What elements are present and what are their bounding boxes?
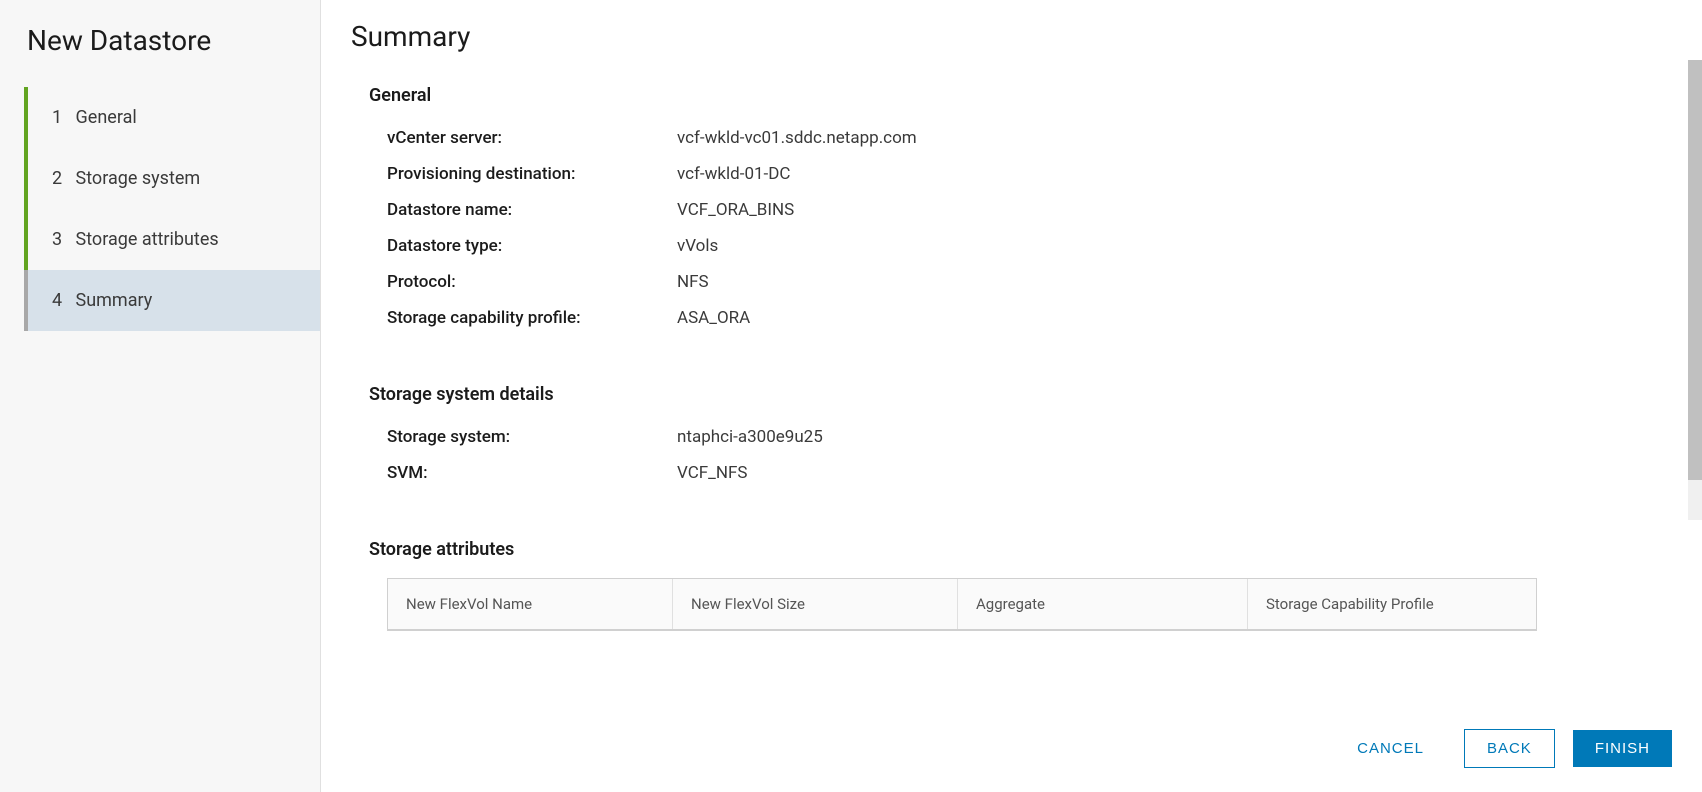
section-storage-attributes: Storage attributes New FlexVol Name New … bbox=[351, 539, 1672, 631]
column-flexvol-size: New FlexVol Size bbox=[673, 579, 958, 629]
scrollbar-thumb[interactable] bbox=[1688, 60, 1702, 480]
field-svm: SVM: VCF_NFS bbox=[369, 455, 1672, 491]
value-storage-system: ntaphci-a300e9u25 bbox=[677, 427, 823, 447]
page-title: Summary bbox=[351, 20, 1672, 53]
label-svm: SVM: bbox=[387, 463, 677, 483]
column-scp: Storage Capability Profile bbox=[1248, 579, 1536, 629]
section-storage-system: Storage system details Storage system: n… bbox=[351, 384, 1672, 491]
label-dsname: Datastore name: bbox=[387, 200, 677, 220]
column-flexvol-name: New FlexVol Name bbox=[388, 579, 673, 629]
field-dstype: Datastore type: vVols bbox=[369, 228, 1672, 264]
step-label: Summary bbox=[76, 290, 153, 311]
wizard-footer: CANCEL BACK FINISH bbox=[1335, 729, 1672, 768]
scrollbar-track[interactable] bbox=[1688, 60, 1702, 520]
field-provdest: Provisioning destination: vcf-wkld-01-DC bbox=[369, 156, 1672, 192]
section-general: General vCenter server: vcf-wkld-vc01.sd… bbox=[351, 85, 1672, 336]
section-storage-attributes-title: Storage attributes bbox=[369, 539, 1672, 560]
field-vcenter: vCenter server: vcf-wkld-vc01.sddc.netap… bbox=[369, 120, 1672, 156]
step-number: 3 bbox=[52, 229, 62, 250]
wizard-step-storage-system[interactable]: 2 Storage system bbox=[24, 148, 320, 209]
column-aggregate: Aggregate bbox=[958, 579, 1248, 629]
storage-attributes-table: New FlexVol Name New FlexVol Size Aggreg… bbox=[387, 578, 1537, 631]
label-provdest: Provisioning destination: bbox=[387, 164, 677, 184]
label-storage-system: Storage system: bbox=[387, 427, 677, 447]
wizard-step-storage-attributes[interactable]: 3 Storage attributes bbox=[24, 209, 320, 270]
value-provdest: vcf-wkld-01-DC bbox=[677, 164, 790, 184]
wizard-step-summary[interactable]: 4 Summary bbox=[24, 270, 320, 331]
field-storage-system: Storage system: ntaphci-a300e9u25 bbox=[369, 419, 1672, 455]
step-number: 1 bbox=[52, 107, 62, 128]
value-scp: ASA_ORA bbox=[677, 308, 750, 328]
step-label: Storage system bbox=[76, 168, 201, 189]
back-button[interactable]: BACK bbox=[1464, 729, 1555, 768]
finish-button[interactable]: FINISH bbox=[1573, 730, 1672, 767]
wizard-sidebar: New Datastore 1 General 2 Storage system… bbox=[0, 0, 321, 792]
step-label: General bbox=[76, 107, 137, 128]
label-scp: Storage capability profile: bbox=[387, 308, 677, 328]
cancel-button[interactable]: CANCEL bbox=[1335, 730, 1446, 767]
main-content: Summary General vCenter server: vcf-wkld… bbox=[321, 0, 1702, 792]
wizard-title: New Datastore bbox=[0, 24, 320, 87]
field-dsname: Datastore name: VCF_ORA_BINS bbox=[369, 192, 1672, 228]
section-general-title: General bbox=[369, 85, 1672, 106]
field-protocol: Protocol: NFS bbox=[369, 264, 1672, 300]
step-label: Storage attributes bbox=[76, 229, 219, 250]
wizard-step-general[interactable]: 1 General bbox=[24, 87, 320, 148]
step-number: 2 bbox=[52, 168, 62, 189]
field-scp: Storage capability profile: ASA_ORA bbox=[369, 300, 1672, 336]
label-vcenter: vCenter server: bbox=[387, 128, 677, 148]
step-number: 4 bbox=[52, 290, 62, 311]
value-dstype: vVols bbox=[677, 236, 718, 256]
value-dsname: VCF_ORA_BINS bbox=[677, 200, 794, 220]
value-svm: VCF_NFS bbox=[677, 463, 747, 483]
value-vcenter: vcf-wkld-vc01.sddc.netapp.com bbox=[677, 128, 917, 148]
value-protocol: NFS bbox=[677, 272, 709, 292]
label-protocol: Protocol: bbox=[387, 272, 677, 292]
section-storage-system-title: Storage system details bbox=[369, 384, 1672, 405]
table-header-row: New FlexVol Name New FlexVol Size Aggreg… bbox=[388, 579, 1536, 630]
wizard-steps-list: 1 General 2 Storage system 3 Storage att… bbox=[0, 87, 320, 331]
label-dstype: Datastore type: bbox=[387, 236, 677, 256]
